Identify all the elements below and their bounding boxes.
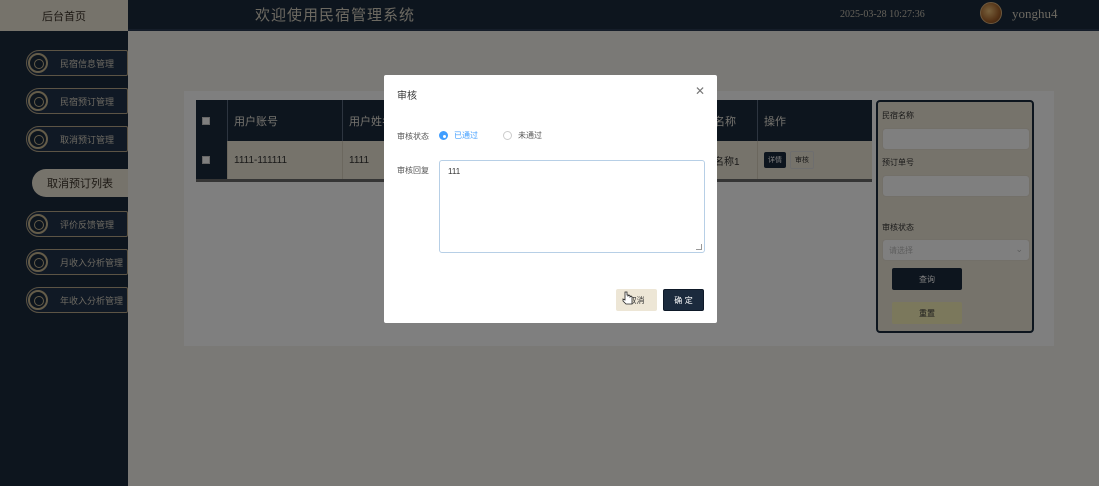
resize-handle-icon[interactable] (696, 244, 702, 250)
dialog-title: 审核 (397, 91, 417, 102)
close-icon[interactable]: ✕ (695, 84, 705, 98)
radio-label: 未通过 (518, 131, 542, 140)
radio-passed[interactable]: 已通过 (439, 130, 478, 141)
reply-text: 111 (448, 167, 461, 176)
radio-unchecked-icon (503, 131, 512, 140)
audit-dialog: 审核 ✕ 审核状态 已通过 未通过 审核回复 111 取消 确 定 (384, 75, 717, 323)
radio-checked-icon (439, 131, 448, 140)
radio-label: 已通过 (454, 131, 478, 140)
mouse-cursor-icon (622, 291, 633, 305)
audit-reply-label: 审核回复 (397, 166, 429, 175)
confirm-button[interactable]: 确 定 (663, 289, 704, 311)
audit-reply-textarea[interactable]: 111 (439, 160, 705, 253)
radio-failed[interactable]: 未通过 (503, 130, 542, 141)
audit-status-label: 审核状态 (397, 132, 429, 141)
